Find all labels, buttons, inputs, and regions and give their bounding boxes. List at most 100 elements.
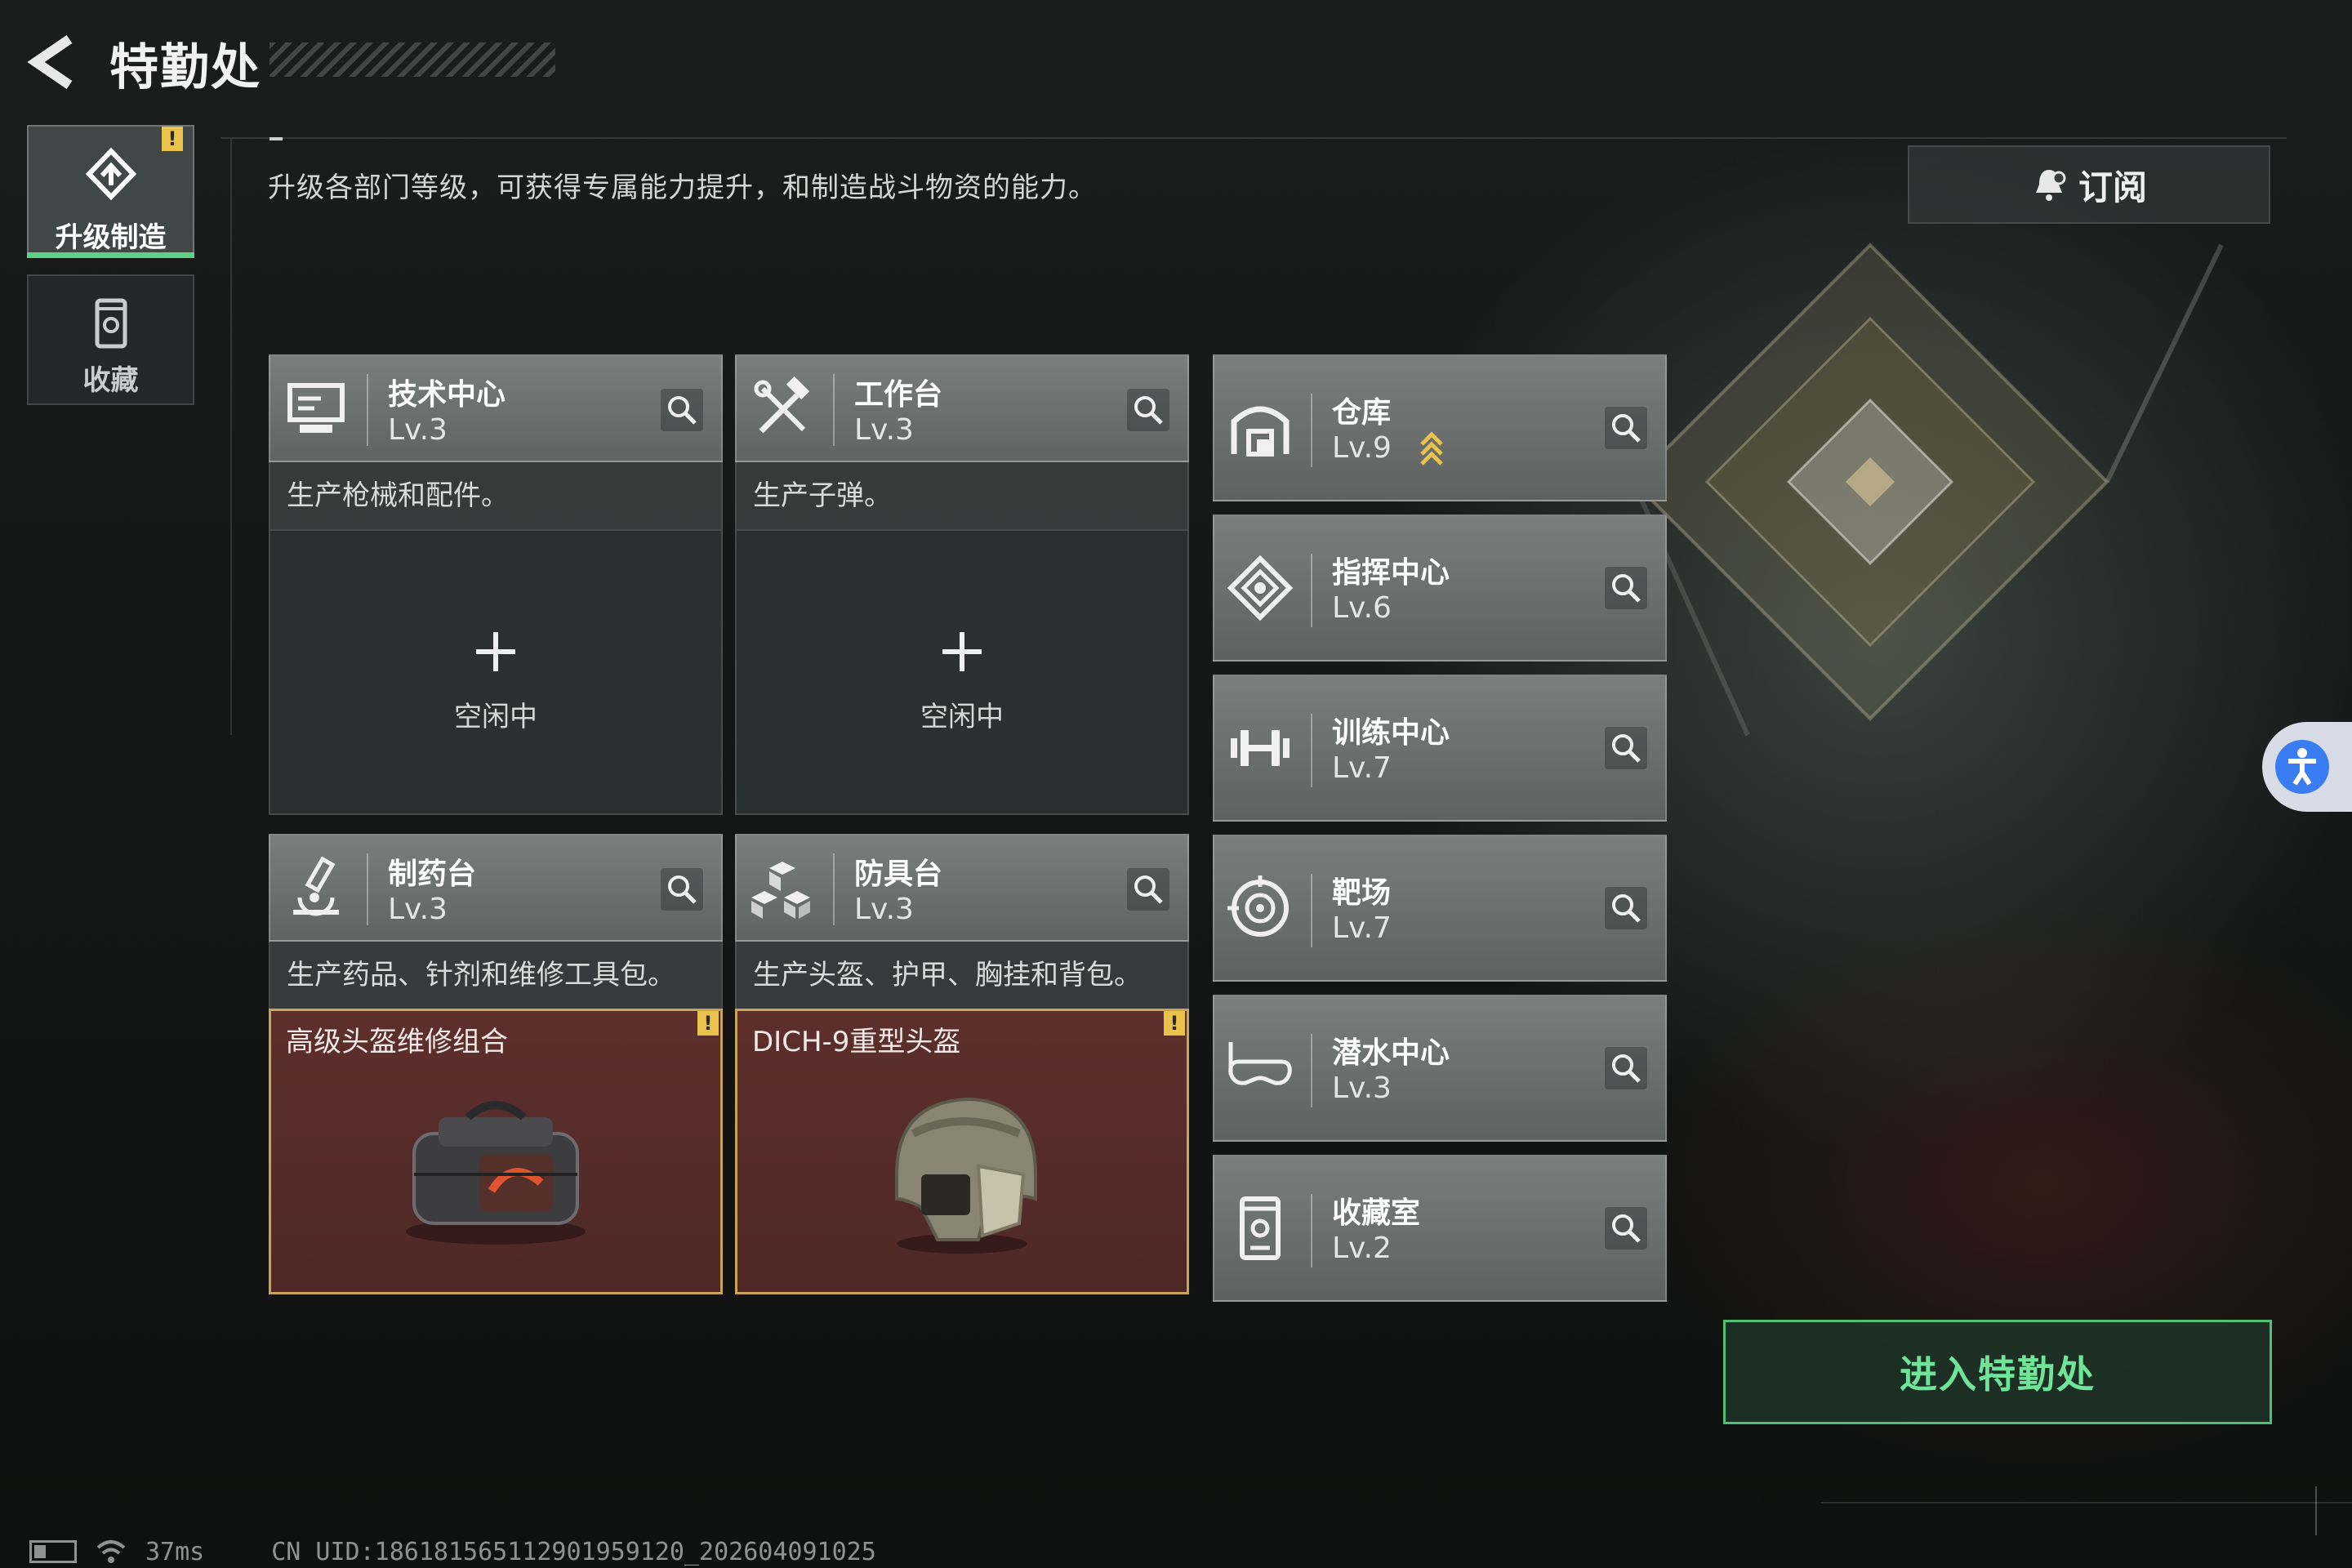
facility-name: 靶场 (1332, 876, 1392, 910)
facility-level: Lv.9 (1332, 431, 1392, 465)
facility-level: Lv.3 (1332, 1071, 1392, 1105)
divider (833, 853, 835, 925)
diving-mask-icon (1228, 1042, 1292, 1085)
tools-icon (754, 376, 810, 434)
facility-level: Lv.3 (854, 893, 914, 926)
search-icon (668, 396, 697, 425)
inspect-button[interactable] (1605, 567, 1647, 609)
production-card-pharmacy: 制药台 Lv.3 生产药品、针剂和维修工具包。 高级头盔维修组合 ! (269, 834, 723, 1294)
target-icon (1227, 875, 1289, 937)
warehouse-icon (1231, 406, 1290, 457)
card-header[interactable]: 制药台 Lv.3 (269, 834, 723, 942)
facility-name: 工作台 (854, 378, 943, 412)
production-card-tech-center: 技术中心 Lv.3 生产枪械和配件。 空闲中 (269, 354, 723, 815)
accessibility-icon (2275, 740, 2329, 794)
slot-status: 空闲中 (454, 701, 537, 733)
search-icon (1612, 1214, 1641, 1243)
subscribe-button[interactable]: 订阅 (1908, 145, 2270, 224)
search-icon (668, 875, 697, 904)
inspect-button[interactable] (1605, 1047, 1647, 1089)
page-title: 特勤处 (109, 39, 261, 96)
facility-name: 制药台 (388, 858, 477, 891)
facility-level: Lv.7 (1332, 911, 1392, 945)
facility-shooting-range[interactable]: 靶场 Lv.7 (1213, 835, 1667, 982)
divider (367, 853, 368, 925)
dumbbell-icon (1231, 730, 1290, 766)
tab-collection[interactable]: 收藏 (27, 274, 194, 405)
enter-special-ops-button[interactable]: 进入特勤处 (1723, 1320, 2272, 1424)
production-card-workbench: 工作台 Lv.3 生产子弹。 空闲中 (735, 354, 1189, 815)
divider (367, 374, 368, 446)
divider (1311, 554, 1312, 627)
inspect-button[interactable] (1605, 727, 1647, 769)
search-icon (1612, 574, 1641, 603)
inspect-button[interactable] (1605, 407, 1647, 449)
facility-warehouse[interactable]: 仓库 Lv.9 (1213, 354, 1667, 501)
enter-button-label: 进入特勤处 (1900, 1352, 2096, 1396)
card-header[interactable]: 防具台 Lv.3 (735, 834, 1189, 942)
production-slot[interactable]: 空闲中 (269, 529, 723, 815)
divider (1311, 394, 1312, 467)
plus-icon (476, 632, 515, 671)
card-header[interactable]: 技术中心 Lv.3 (269, 354, 723, 462)
facility-description: 生产子弹。 (735, 462, 1189, 529)
facility-name: 潜水中心 (1332, 1036, 1450, 1070)
inspect-button[interactable] (661, 868, 703, 911)
accessibility-button[interactable] (2262, 722, 2352, 812)
facility-name: 仓库 (1332, 396, 1392, 430)
facility-training-center[interactable]: 训练中心 Lv.7 (1213, 675, 1667, 822)
inspect-button[interactable] (1605, 887, 1647, 929)
facility-description: 生产头盔、护甲、胸挂和背包。 (735, 942, 1189, 1009)
divider (833, 374, 835, 446)
helmet-image (895, 1097, 1037, 1254)
inspect-button[interactable] (1127, 868, 1169, 911)
back-arrow-icon (27, 35, 73, 89)
upgrade-icon (85, 148, 136, 200)
armor-blocks-icon (751, 862, 810, 919)
wifi-icon (96, 1540, 126, 1563)
divider (230, 139, 232, 735)
collection-icon (95, 298, 127, 349)
facility-name: 训练中心 (1332, 716, 1450, 750)
facility-name: 收藏室 (1332, 1196, 1421, 1230)
divider (1311, 714, 1312, 787)
facility-level: Lv.7 (1332, 751, 1392, 785)
subscribe-label: 订阅 (2078, 167, 2147, 207)
facility-name: 防具台 (854, 858, 943, 891)
bell-icon (2035, 170, 2066, 201)
inspect-button[interactable] (1127, 389, 1169, 431)
facility-level: Lv.3 (854, 413, 914, 447)
ping-text: 37ms (145, 1537, 205, 1566)
card-header[interactable]: 工作台 Lv.3 (735, 354, 1189, 462)
facility-diving-center[interactable]: 潜水中心 Lv.3 (1213, 995, 1667, 1142)
active-indicator (27, 252, 194, 258)
command-icon (1227, 555, 1294, 621)
upgrade-available-icon (1420, 431, 1443, 466)
facility-description: 生产药品、针剂和维修工具包。 (269, 942, 723, 1009)
tab-label: 升级制造 (55, 221, 167, 254)
production-slot[interactable]: 空闲中 (735, 529, 1189, 815)
divider (220, 137, 2287, 139)
back-button[interactable] (24, 29, 82, 95)
notice-badge: ! (697, 1011, 719, 1036)
production-card-armor: 防具台 Lv.3 生产头盔、护甲、胸挂和背包。 DICH-9重型头盔 ! (735, 834, 1189, 1294)
inspect-button[interactable] (1605, 1207, 1647, 1250)
title-decoration (270, 42, 555, 77)
facility-command-center[interactable]: 指挥中心 Lv.6 (1213, 514, 1667, 662)
production-slot[interactable]: 高级头盔维修组合 ! (269, 1009, 723, 1294)
facility-level: Lv.3 (388, 413, 448, 447)
repair-kit-bag-image (406, 1101, 586, 1245)
search-icon (1134, 396, 1163, 425)
slot-status: 空闲中 (920, 701, 1004, 733)
facility-name: 技术中心 (388, 378, 506, 412)
inspect-button[interactable] (661, 389, 703, 431)
divider (1311, 1194, 1312, 1267)
collection-room-icon (1240, 1196, 1281, 1260)
divider (1311, 1034, 1312, 1107)
item-name: 高级头盔维修组合 (286, 1026, 508, 1058)
tab-upgrade-craft[interactable]: 升级制造 ! (27, 125, 194, 258)
plus-icon (942, 632, 982, 671)
production-slot[interactable]: DICH-9重型头盔 ! (735, 1009, 1189, 1294)
facility-collection-room[interactable]: 收藏室 Lv.2 (1213, 1155, 1667, 1302)
microscope-icon (293, 856, 339, 916)
